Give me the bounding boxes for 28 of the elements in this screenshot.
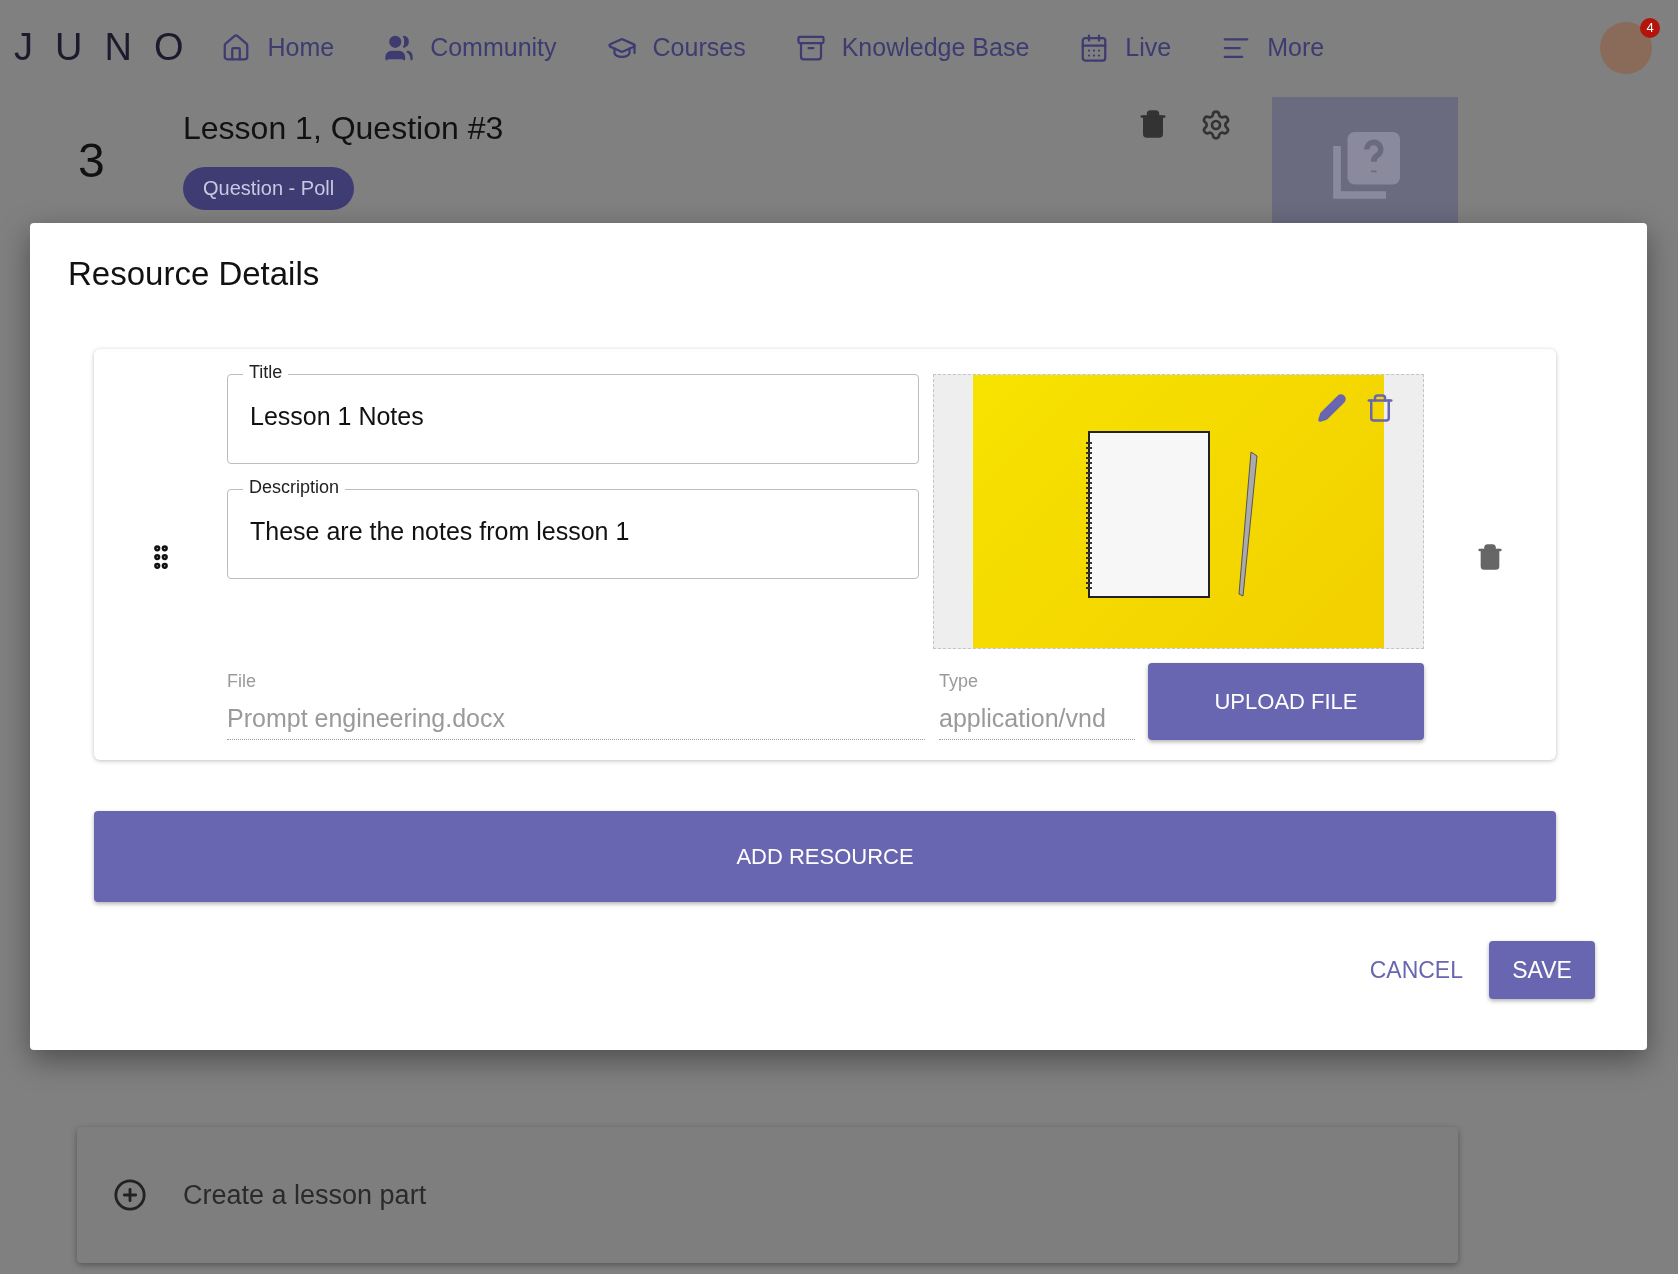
dialog-title: Resource Details (68, 255, 321, 293)
image-drop-area[interactable] (933, 374, 1424, 649)
type-field: Type application/vnd (939, 671, 1135, 740)
save-button[interactable]: SAVE (1489, 941, 1595, 999)
cancel-button[interactable]: CANCEL (1357, 941, 1475, 999)
lesson-number: 3 (77, 133, 106, 189)
settings-icon[interactable] (1200, 109, 1232, 141)
create-lesson-part-card[interactable]: Create a lesson part (77, 1127, 1458, 1263)
delete-icon[interactable] (1138, 109, 1168, 139)
create-lesson-part-label: Create a lesson part (183, 1179, 427, 1211)
nav-link[interactable]: Courses (606, 32, 746, 63)
edit-icon[interactable] (1317, 393, 1347, 423)
delete-icon[interactable] (1476, 543, 1504, 571)
question-type-chip: Question - Poll (183, 167, 355, 210)
nav-link[interactable]: Community (384, 32, 557, 63)
lesson-title: Lesson 1, Question #3 (183, 110, 504, 147)
file-field: File Prompt engineering.docx (227, 671, 925, 740)
delete-icon[interactable] (1365, 393, 1395, 423)
field-label: Description (243, 477, 346, 498)
notification-badge: 4 (1640, 17, 1660, 38)
nav-link[interactable]: Knowledge Base (795, 32, 1030, 63)
plus-icon (113, 1178, 147, 1212)
logo: JUNO (14, 26, 206, 69)
upload-file-button[interactable]: UPLOAD FILE (1148, 663, 1424, 740)
nav-link[interactable]: Home (221, 32, 335, 63)
nav-link[interactable]: More (1221, 32, 1325, 63)
add-resource-button[interactable]: ADD RESOURCE (94, 811, 1556, 902)
nav-link[interactable]: Live (1079, 32, 1172, 63)
